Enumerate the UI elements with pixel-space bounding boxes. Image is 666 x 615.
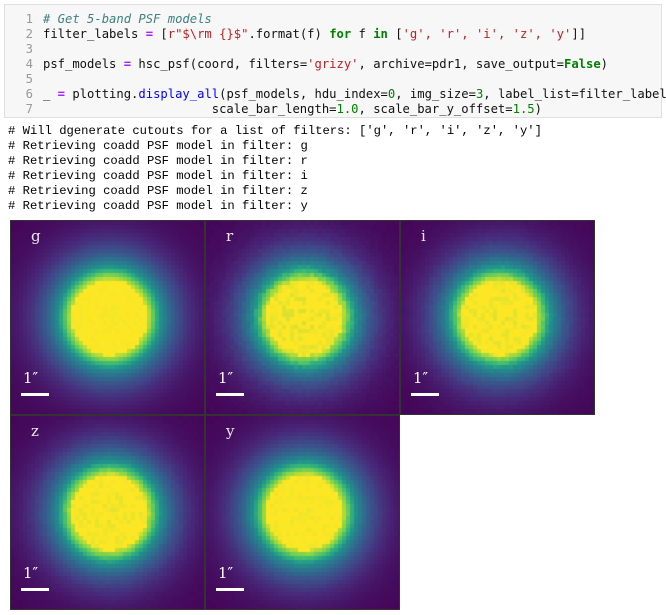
code-operator: =: [116, 57, 139, 71]
band-label: g: [31, 227, 41, 245]
scale-bar-label: 1″: [218, 564, 234, 582]
code-token: [: [387, 27, 403, 41]
code-token: , label_list=filter_labels,: [483, 87, 666, 101]
psf-image-grid: g 1″ r 1″ i 1″ z 1″ y 1″: [10, 220, 595, 610]
line-number: 6: [25, 87, 33, 101]
code-token: , img_size=: [395, 87, 476, 101]
code-token: ]]: [571, 27, 587, 41]
code-line-1: 1 # Get 5-band PSF models: [5, 11, 212, 27]
scale-bar: [216, 588, 244, 591]
psf-panel-z: z 1″: [10, 415, 205, 610]
code-keyword: for: [329, 27, 352, 41]
code-line-4: 4 psf_models = hsc_psf(coord, filters='gr…: [5, 56, 608, 72]
band-label: y: [226, 422, 235, 440]
code-token: ): [534, 102, 542, 116]
code-token: plotting.: [72, 87, 139, 101]
code-operator: =: [50, 87, 73, 101]
code-token: ): [600, 57, 609, 71]
psf-panel-i: i 1″: [400, 220, 595, 415]
code-keyword: False: [563, 57, 601, 71]
code-token: , archive=pdr1, save_output=: [358, 57, 564, 71]
band-label: z: [31, 422, 39, 440]
code-keyword: in: [373, 27, 388, 41]
code-operator: =: [138, 27, 161, 41]
line-number: 1: [25, 12, 33, 26]
code-line-2: 2 filter_labels = [r"$\rm {}$".format(f) …: [5, 26, 586, 42]
code-token: , scale_bar_y_offset=: [358, 102, 513, 116]
line-number: 7: [25, 102, 33, 116]
scale-bar: [21, 393, 49, 396]
scale-bar-label: 1″: [413, 369, 429, 387]
code-token: scale_bar_length=: [43, 102, 337, 116]
code-string: 'g', 'r', 'i', 'z', 'y': [402, 27, 572, 41]
code-token: psf_models: [43, 57, 117, 71]
output-line: # Will dgenerate cutouts for a list of f…: [8, 124, 542, 138]
scale-bar: [411, 393, 439, 396]
code-number: 1.5: [512, 102, 535, 116]
code-token: filter_labels: [43, 27, 139, 41]
scale-bar: [216, 393, 244, 396]
code-token: [: [160, 27, 168, 41]
psf-panel-g: g 1″: [10, 220, 205, 415]
code-line-3: 3: [5, 41, 43, 57]
psf-image: [206, 221, 399, 414]
code-function: display_all: [138, 87, 220, 101]
line-number: 5: [25, 72, 33, 86]
line-number: 4: [25, 57, 33, 71]
band-label: r: [226, 227, 234, 245]
output-line: # Retrieving coadd PSF model in filter: …: [8, 199, 308, 213]
output-line: # Retrieving coadd PSF model in filter: …: [8, 184, 308, 198]
line-number: 3: [25, 42, 33, 56]
scale-bar-label: 1″: [218, 369, 234, 387]
scale-bar-label: 1″: [23, 369, 39, 387]
psf-panel-r: r 1″: [205, 220, 400, 415]
output-line: # Retrieving coadd PSF model in filter: …: [8, 169, 308, 183]
code-token: (psf_models, hdu_index=: [219, 87, 388, 101]
output-line: # Retrieving coadd PSF model in filter: …: [8, 139, 308, 153]
psf-image: [401, 221, 594, 414]
code-line-6: 6 _ = plotting.display_all(psf_models, hd…: [5, 86, 666, 102]
psf-image: [11, 416, 204, 609]
code-token: f: [351, 27, 374, 41]
psf-panel-y: y 1″: [205, 415, 400, 610]
psf-image: [206, 416, 399, 609]
code-cell[interactable]: 1 # Get 5-band PSF models 2 filter_labels …: [4, 4, 666, 118]
line-number: 2: [25, 27, 33, 41]
code-token: hsc_psf(coord, filters=: [138, 57, 308, 71]
output-line: # Retrieving coadd PSF model in filter: …: [8, 154, 308, 168]
psf-image: [11, 221, 204, 414]
code-line-7: 7 scale_bar_length=1.0, scale_bar_y_offs…: [5, 101, 542, 117]
scale-bar: [21, 588, 49, 591]
code-string: r"$\rm {}$": [167, 27, 249, 41]
code-line-5: 5: [5, 71, 43, 87]
code-number: 1.0: [336, 102, 359, 116]
scale-bar-label: 1″: [23, 564, 39, 582]
cell-output: # Will dgenerate cutouts for a list of f…: [8, 124, 542, 214]
code-comment: # Get 5-band PSF models: [43, 12, 212, 26]
code-string: 'grizy': [307, 57, 359, 71]
code-token: .format(f): [248, 27, 330, 41]
band-label: i: [421, 227, 426, 245]
